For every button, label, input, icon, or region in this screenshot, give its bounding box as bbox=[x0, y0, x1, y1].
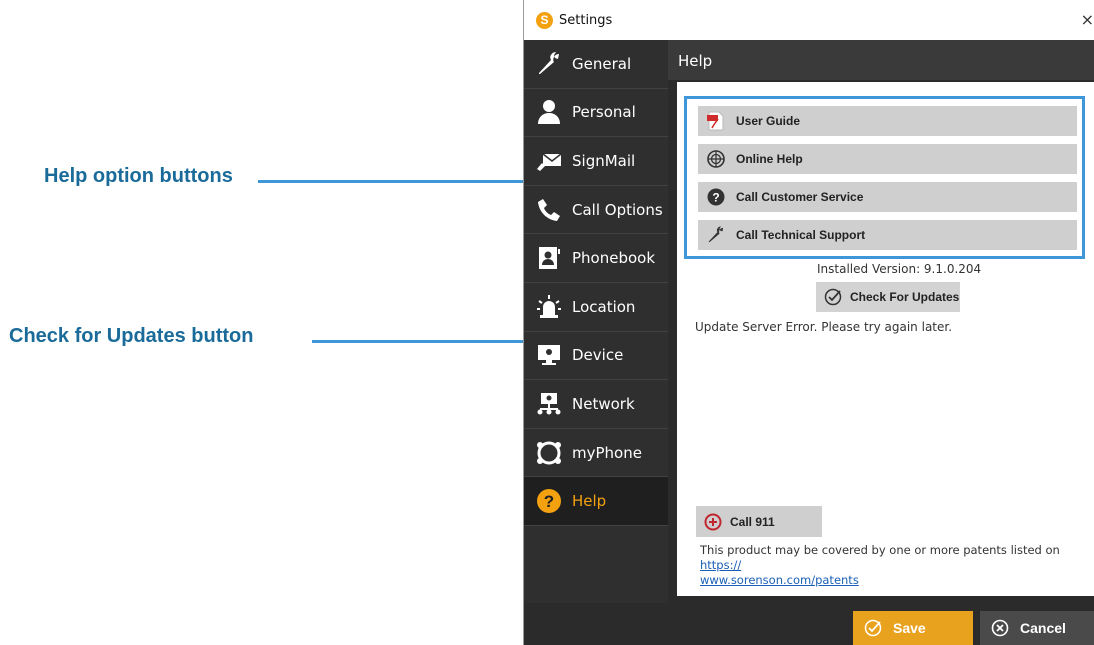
plus-circle-icon bbox=[704, 513, 722, 531]
call-customer-service-button[interactable]: ? Call Customer Service bbox=[698, 182, 1077, 212]
user-guide-label: User Guide bbox=[736, 114, 801, 128]
call-911-button[interactable]: Call 911 bbox=[696, 506, 822, 537]
sidebar-item-label: Help bbox=[572, 492, 607, 511]
user-guide-button[interactable]: User Guide bbox=[698, 106, 1077, 136]
globe-icon bbox=[705, 148, 727, 170]
pdf-icon bbox=[705, 110, 727, 132]
online-help-label: Online Help bbox=[736, 152, 803, 166]
sidebar-item-label: General bbox=[572, 54, 632, 73]
sidebar-item-myphone[interactable]: myPhone bbox=[524, 429, 668, 478]
question-icon: ? bbox=[534, 486, 564, 516]
svg-text:?: ? bbox=[544, 492, 554, 511]
settings-window: S Settings × General Personal SignMail C… bbox=[523, 0, 1094, 645]
sidebar-item-label: Network bbox=[572, 394, 635, 413]
sidebar-item-signmail[interactable]: SignMail bbox=[524, 137, 668, 186]
sidebar-item-label: Personal bbox=[572, 103, 636, 122]
network-icon bbox=[534, 389, 564, 419]
app-logo-icon: S bbox=[536, 11, 553, 29]
wrench-icon bbox=[705, 224, 727, 246]
sidebar-item-personal[interactable]: Personal bbox=[524, 89, 668, 138]
title-bar: S Settings × bbox=[524, 0, 1094, 40]
window-title: Settings bbox=[559, 12, 613, 28]
callout-help-options-label: Help option buttons bbox=[44, 165, 233, 187]
update-error-message: Update Server Error. Please try again la… bbox=[695, 320, 953, 334]
phonebook-icon bbox=[534, 243, 564, 273]
close-icon[interactable]: × bbox=[1081, 10, 1094, 29]
callout-check-updates-label: Check for Updates button bbox=[9, 325, 254, 347]
siren-icon bbox=[534, 292, 564, 322]
page-title: Help bbox=[678, 52, 713, 70]
check-for-updates-button[interactable]: Check For Updates bbox=[816, 282, 960, 312]
call-technical-support-button[interactable]: Call Technical Support bbox=[698, 220, 1077, 250]
sidebar-item-phonebook[interactable]: Phonebook bbox=[524, 234, 668, 283]
call-customer-service-label: Call Customer Service bbox=[736, 190, 864, 204]
signmail-icon bbox=[534, 146, 564, 176]
sidebar-item-label: Phonebook bbox=[572, 249, 656, 268]
call-technical-support-label: Call Technical Support bbox=[736, 228, 866, 242]
sidebar-item-network[interactable]: Network bbox=[524, 380, 668, 429]
close-circle-icon bbox=[990, 618, 1010, 638]
monitor-icon bbox=[534, 340, 564, 370]
call-911-label: Call 911 bbox=[730, 514, 775, 529]
sidebar-item-label: Location bbox=[572, 297, 636, 316]
sidebar-item-device[interactable]: Device bbox=[524, 332, 668, 381]
save-button[interactable]: Save bbox=[853, 611, 973, 645]
save-label: Save bbox=[893, 620, 926, 636]
sidebar-item-help[interactable]: ? Help bbox=[524, 477, 668, 526]
myphone-icon bbox=[534, 438, 564, 468]
screenshot-stage: Help option buttons Check for Updates bu… bbox=[0, 0, 1094, 645]
person-icon bbox=[534, 97, 564, 127]
sidebar-item-label: Device bbox=[572, 346, 624, 365]
check-for-updates-label: Check For Updates bbox=[850, 290, 960, 304]
sidebar-item-general[interactable]: General bbox=[524, 40, 668, 89]
sidebar-item-label: SignMail bbox=[572, 151, 636, 170]
installed-version: Installed Version: 9.1.0.204 bbox=[817, 262, 982, 276]
phone-handset-icon bbox=[534, 195, 564, 225]
online-help-button[interactable]: Online Help bbox=[698, 144, 1077, 174]
patent-notice: This product may be covered by one or mo… bbox=[700, 543, 1085, 588]
sidebar-item-label: myPhone bbox=[572, 443, 642, 462]
wrench-icon bbox=[534, 49, 564, 79]
patent-link[interactable]: https:// www.sorenson.com/patents bbox=[700, 558, 859, 587]
check-circle-icon bbox=[824, 288, 842, 306]
content-header: Help bbox=[668, 40, 1094, 80]
sidebar-item-location[interactable]: Location bbox=[524, 283, 668, 332]
sidebar: General Personal SignMail Call Options P… bbox=[524, 40, 668, 603]
cancel-button[interactable]: Cancel bbox=[980, 611, 1094, 645]
question-circle-icon: ? bbox=[705, 186, 727, 208]
sidebar-item-call-options[interactable]: Call Options bbox=[524, 186, 668, 235]
patent-text: This product may be covered by one or mo… bbox=[700, 543, 1060, 557]
svg-text:?: ? bbox=[712, 191, 719, 205]
check-circle-icon bbox=[863, 618, 883, 638]
cancel-label: Cancel bbox=[1020, 620, 1066, 636]
sidebar-item-label: Call Options bbox=[572, 200, 663, 219]
